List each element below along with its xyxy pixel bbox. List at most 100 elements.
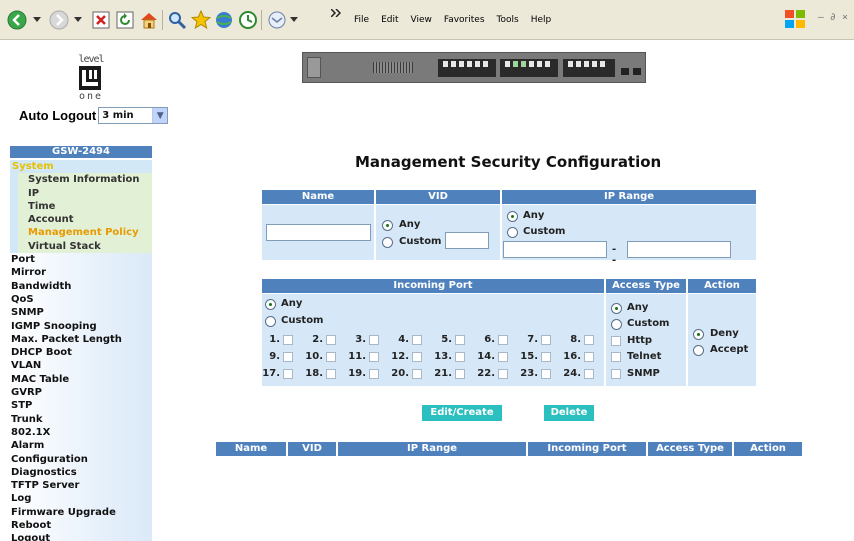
sidebar-item-tftp-server[interactable]: TFTP Server xyxy=(10,479,152,493)
history-icon[interactable] xyxy=(237,9,259,31)
vid-any-radio[interactable] xyxy=(382,220,393,231)
port-checkbox[interactable] xyxy=(498,352,508,362)
port-checkbox[interactable] xyxy=(412,369,422,379)
home-icon[interactable] xyxy=(138,9,160,31)
menu-help[interactable]: Help xyxy=(525,15,558,25)
sidebar-item-igmp-snooping[interactable]: IGMP Snooping xyxy=(10,319,152,333)
port-checkbox[interactable] xyxy=(326,369,336,379)
action-deny-radio[interactable] xyxy=(693,329,704,340)
media-icon[interactable] xyxy=(213,9,235,31)
port-checkbox[interactable] xyxy=(283,352,293,362)
port-checkbox[interactable] xyxy=(369,352,379,362)
sidebar-item-system[interactable]: System xyxy=(10,160,152,174)
sidebar-item-account[interactable]: Account xyxy=(10,213,152,227)
port-checkbox[interactable] xyxy=(326,335,336,345)
port-checkbox[interactable] xyxy=(326,352,336,362)
access-telnet-checkbox[interactable] xyxy=(611,352,621,362)
port-checkbox[interactable] xyxy=(541,352,551,362)
name-input[interactable] xyxy=(266,224,371,241)
sidebar-item-alarm[interactable]: Alarm xyxy=(10,439,152,453)
chevron-down-icon[interactable]: ▼ xyxy=(152,108,168,123)
menu-tools[interactable]: Tools xyxy=(491,15,525,25)
sidebar-item-vlan[interactable]: VLAN xyxy=(10,359,152,373)
delete-button[interactable]: Delete xyxy=(544,405,594,421)
more-icon[interactable] xyxy=(330,2,342,24)
sidebar-item-dhcp-boot[interactable]: DHCP Boot xyxy=(10,346,152,360)
port-custom-radio[interactable] xyxy=(265,316,276,327)
sidebar-item-max-packet-length[interactable]: Max. Packet Length xyxy=(10,332,152,347)
sidebar-item-log[interactable]: Log xyxy=(10,492,152,506)
port-checkbox[interactable] xyxy=(584,352,594,362)
ip-custom-radio[interactable] xyxy=(507,227,518,238)
menu-file[interactable]: File xyxy=(348,15,375,25)
access-custom-radio[interactable] xyxy=(611,319,622,330)
auto-logout: Auto Logout 3 min ▼ xyxy=(19,107,169,124)
sidebar-item-ip[interactable]: IP xyxy=(10,186,152,200)
vid-custom-radio[interactable] xyxy=(382,237,393,248)
favorites-icon[interactable] xyxy=(190,9,212,31)
port-checkbox[interactable] xyxy=(283,335,293,345)
edit-create-button[interactable]: Edit/Create xyxy=(422,405,502,421)
port-checkbox[interactable] xyxy=(455,335,465,345)
port-checkbox[interactable] xyxy=(369,335,379,345)
sidebar-item-system-information[interactable]: System Information xyxy=(10,173,152,187)
sidebar-item-firmware-upgrade[interactable]: Firmware Upgrade xyxy=(10,505,152,520)
port-checkbox[interactable] xyxy=(584,369,594,379)
port-checkbox[interactable] xyxy=(369,369,379,379)
back-icon[interactable] xyxy=(6,9,28,31)
sidebar-item-snmp[interactable]: SNMP xyxy=(10,306,152,320)
port-number-label: 13. xyxy=(434,351,452,362)
mail-icon[interactable] xyxy=(266,9,288,31)
sidebar-item-stp[interactable]: STP xyxy=(10,399,152,413)
sidebar-item-port[interactable]: Port xyxy=(10,253,152,267)
sidebar-item-qos[interactable]: QoS xyxy=(10,292,152,307)
port-checkbox[interactable] xyxy=(541,369,551,379)
port-checkbox[interactable] xyxy=(455,352,465,362)
sidebar-item-diagnostics[interactable]: Diagnostics xyxy=(10,465,152,480)
port-checkbox[interactable] xyxy=(283,369,293,379)
sidebar-item-mac-table[interactable]: MAC Table xyxy=(10,372,152,387)
refresh-icon[interactable] xyxy=(114,9,136,31)
port-checkbox[interactable] xyxy=(412,335,422,345)
vid-custom-input[interactable] xyxy=(445,232,489,249)
back-dropdown-icon[interactable] xyxy=(30,9,44,31)
sidebar-item-trunk[interactable]: Trunk xyxy=(10,412,152,426)
sidebar-item-gvrp[interactable]: GVRP xyxy=(10,386,152,400)
forward-icon[interactable] xyxy=(48,9,70,31)
access-http-checkbox[interactable] xyxy=(611,336,621,346)
search-icon[interactable] xyxy=(166,9,188,31)
sidebar-item-virtual-stack[interactable]: Virtual Stack xyxy=(10,239,152,254)
stop-icon[interactable] xyxy=(90,9,112,31)
sidebar-item-bandwidth[interactable]: Bandwidth xyxy=(10,279,152,293)
port-any-radio[interactable] xyxy=(265,299,276,310)
list-vid-header: VID xyxy=(288,442,336,456)
forward-dropdown-icon[interactable] xyxy=(71,9,85,31)
sidebar-item-time[interactable]: Time xyxy=(10,199,152,214)
action-accept-radio[interactable] xyxy=(693,345,704,356)
port-checkbox[interactable] xyxy=(584,335,594,345)
menu-view[interactable]: View xyxy=(405,15,438,25)
ip-to-input[interactable] xyxy=(627,241,731,258)
sidebar-item-logout[interactable]: Logout xyxy=(10,532,152,541)
sidebar-item-configuration[interactable]: Configuration xyxy=(10,452,152,466)
sidebar-item-8021x[interactable]: 802.1X xyxy=(10,425,152,440)
ip-any-radio[interactable] xyxy=(507,211,518,222)
window-controls[interactable]: – ∂ × xyxy=(818,12,848,23)
port-checkbox[interactable] xyxy=(455,369,465,379)
sidebar-item-mirror[interactable]: Mirror xyxy=(10,266,152,280)
ip-from-input[interactable] xyxy=(503,241,607,258)
access-any-radio[interactable] xyxy=(611,303,622,314)
port-checkbox[interactable] xyxy=(498,369,508,379)
port-checkbox[interactable] xyxy=(541,335,551,345)
menu-edit[interactable]: Edit xyxy=(375,15,404,25)
access-snmp-checkbox[interactable] xyxy=(611,369,621,379)
sidebar-item-management-policy[interactable]: Management Policy xyxy=(10,226,152,240)
port-number-label: 20. xyxy=(391,368,409,379)
port-checkbox[interactable] xyxy=(412,352,422,362)
ip-any-label: Any xyxy=(523,210,545,221)
auto-logout-select[interactable]: 3 min ▼ xyxy=(98,107,169,124)
mail-dropdown-icon[interactable] xyxy=(288,9,300,31)
port-checkbox[interactable] xyxy=(498,335,508,345)
menu-favorites[interactable]: Favorites xyxy=(438,15,491,25)
sidebar-item-reboot[interactable]: Reboot xyxy=(10,519,152,533)
